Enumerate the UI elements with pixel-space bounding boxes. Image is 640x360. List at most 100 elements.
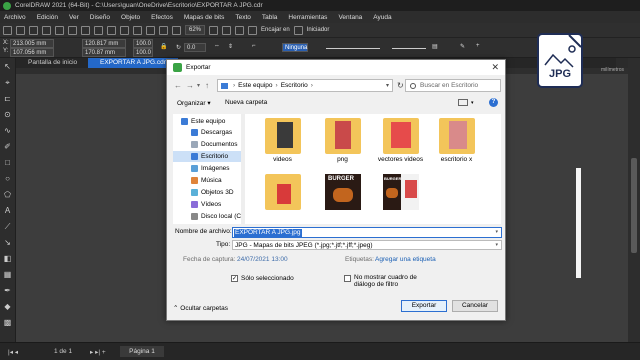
address-bar[interactable]: › Este equipo › Escritorio › ▾ xyxy=(217,79,393,92)
zoom-level-field[interactable]: 62% xyxy=(185,25,206,35)
scale-height-field[interactable]: 100.0 xyxy=(133,48,153,57)
x-position-field[interactable]: 213.005 mm xyxy=(10,39,54,48)
parallel-dimension-icon[interactable]: ⟋ xyxy=(3,222,12,231)
copy-icon[interactable] xyxy=(81,25,90,35)
paste-icon[interactable] xyxy=(94,25,103,35)
hide-folders-toggle[interactable]: ⌃ Ocultar carpetas xyxy=(173,304,228,312)
file-item-burger-1[interactable]: BURGER xyxy=(315,172,370,222)
rectangle-tool-icon[interactable]: □ xyxy=(3,158,12,167)
menu-tabla[interactable]: Tabla xyxy=(262,14,278,21)
save-icon[interactable] xyxy=(29,25,38,35)
refresh-icon[interactable]: ↻ xyxy=(397,81,404,90)
freehand-tool-icon[interactable]: ∿ xyxy=(3,126,12,135)
cancel-button[interactable]: Cancelar xyxy=(452,300,498,312)
outline-width-field[interactable]: Ninguna xyxy=(282,43,308,52)
search-input[interactable]: Buscar en Escritorio xyxy=(405,79,501,92)
snap-to-dropdown[interactable]: Encajar en xyxy=(261,27,290,33)
menu-edicion[interactable]: Edición xyxy=(37,14,58,21)
open-icon[interactable] xyxy=(16,25,25,35)
page-tab[interactable]: Página 1 xyxy=(120,346,164,357)
filename-input[interactable]: EXPORTAR A JPG.jpg ▾ xyxy=(232,227,502,238)
launcher-dropdown[interactable]: Iniciador xyxy=(307,27,330,33)
add-tag-link[interactable]: Agregar una etiqueta xyxy=(375,256,436,263)
fullscreen-icon[interactable] xyxy=(209,25,219,35)
mirror-vertical-icon[interactable]: ⇕ xyxy=(228,43,233,50)
import-icon[interactable] xyxy=(146,25,155,35)
new-folder-button[interactable]: Nueva carpeta xyxy=(225,99,267,106)
polygon-tool-icon[interactable]: ⬠ xyxy=(3,190,12,199)
grid-icon[interactable] xyxy=(235,25,245,35)
close-icon[interactable]: ✕ xyxy=(491,62,499,73)
file-type-select[interactable]: JPG - Mapas de bits JPEG (*.jpg;*.jtf;*.… xyxy=(232,240,502,250)
eyedropper-tool-icon[interactable]: ✒ xyxy=(3,286,12,295)
menu-herramientas[interactable]: Herramientas xyxy=(288,14,327,21)
help-icon[interactable]: ? xyxy=(489,98,498,107)
nav-item-documentos[interactable]: Documentos xyxy=(173,139,241,150)
corner-icon[interactable]: ⌐ xyxy=(252,43,256,49)
first-page-icon[interactable]: |◂ ◂ xyxy=(8,348,18,356)
export-icon[interactable] xyxy=(159,25,168,35)
outline-style-sample[interactable] xyxy=(326,48,380,49)
lock-ratio-icon[interactable]: 🔒 xyxy=(160,43,167,50)
breadcrumb-escritorio[interactable]: Escritorio xyxy=(281,82,308,89)
nav-item-este-equipo[interactable]: Este equipo xyxy=(173,116,241,127)
search-icon[interactable] xyxy=(133,25,142,35)
chevron-down-icon[interactable]: ▾ xyxy=(386,80,389,92)
publish-pdf-icon[interactable] xyxy=(172,25,181,35)
nav-item-imagenes[interactable]: Imágenes xyxy=(173,163,241,174)
tab-home-screen[interactable]: Pantalla de inicio xyxy=(16,58,82,68)
organize-button[interactable]: Organizar ▾ xyxy=(177,99,211,107)
zoom-tool-icon[interactable]: ⊙ xyxy=(3,110,12,119)
height-field[interactable]: 170.87 mm xyxy=(82,48,126,57)
file-item-burger-2[interactable]: BURGER xyxy=(373,172,428,222)
ellipse-tool-icon[interactable]: ○ xyxy=(3,174,12,183)
new-document-icon[interactable] xyxy=(3,25,12,35)
file-item-folder[interactable] xyxy=(255,172,310,222)
only-selected-checkbox[interactable]: ✓ xyxy=(231,275,238,282)
menu-mapas-de-bits[interactable]: Mapas de bits xyxy=(184,14,224,21)
file-item-vectores-videos[interactable]: vectores videos xyxy=(373,116,428,166)
file-item-png[interactable]: png xyxy=(315,116,370,166)
undo-icon[interactable] xyxy=(107,25,116,35)
file-item-escritorio-x[interactable]: escritorio x xyxy=(429,116,484,166)
chevron-down-icon[interactable]: ▾ xyxy=(495,241,498,250)
angle-field[interactable]: 0.0 xyxy=(184,43,206,52)
redo-icon[interactable] xyxy=(120,25,129,35)
y-position-field[interactable]: 107.056 mm xyxy=(10,48,54,57)
tab-document[interactable]: EXPORTAR A JPG.cdr xyxy=(88,58,178,68)
back-arrow-icon[interactable]: ← xyxy=(174,81,182,90)
menu-ventana[interactable]: Ventana xyxy=(338,14,362,21)
nav-item-disco-local[interactable]: Disco local (C:) xyxy=(173,211,245,222)
guides-icon[interactable] xyxy=(248,25,258,35)
cut-icon[interactable] xyxy=(68,25,77,35)
crop-tool-icon[interactable]: ⊏ xyxy=(3,94,12,103)
nav-item-objetos-3d[interactable]: Objetos 3D xyxy=(173,187,241,198)
cloud-icon[interactable] xyxy=(42,25,51,35)
shadow-tool-icon[interactable]: ◧ xyxy=(3,254,12,263)
change-view-icon[interactable] xyxy=(458,99,468,106)
shape-tool-icon[interactable]: ⌖ xyxy=(3,78,12,87)
menu-ver[interactable]: Ver xyxy=(69,14,79,21)
file-item-videos[interactable]: videos xyxy=(255,116,310,166)
view-dropdown-icon[interactable]: ▾ xyxy=(471,100,474,106)
rulers-icon[interactable] xyxy=(222,25,232,35)
nav-item-musica[interactable]: Música xyxy=(173,175,241,186)
export-button[interactable]: Exportar xyxy=(401,300,447,312)
artistic-media-icon[interactable]: ✐ xyxy=(3,142,12,151)
menu-texto[interactable]: Texto xyxy=(235,14,251,21)
recent-dropdown-icon[interactable]: ▾ xyxy=(197,82,200,89)
menu-objeto[interactable]: Objeto xyxy=(121,14,140,21)
smart-fill-icon[interactable]: ▩ xyxy=(3,318,12,327)
add-icon[interactable]: + xyxy=(476,43,480,49)
arrow-style-sample[interactable] xyxy=(392,48,426,49)
connector-tool-icon[interactable]: ↘ xyxy=(3,238,12,247)
pick-tool-icon[interactable]: ↖ xyxy=(3,62,12,71)
convert-to-curves-icon[interactable]: ✎ xyxy=(460,43,465,50)
next-page-icon[interactable]: ▸ ▸| + xyxy=(90,348,106,356)
no-filter-dialog-checkbox[interactable] xyxy=(344,275,351,282)
width-field[interactable]: 120.817 mm xyxy=(82,39,126,48)
mirror-horizontal-icon[interactable]: ⇔ xyxy=(214,43,220,49)
menu-efectos[interactable]: Efectos xyxy=(151,14,173,21)
menu-ayuda[interactable]: Ayuda xyxy=(373,14,391,21)
wrap-text-icon[interactable]: ▤ xyxy=(432,43,438,50)
